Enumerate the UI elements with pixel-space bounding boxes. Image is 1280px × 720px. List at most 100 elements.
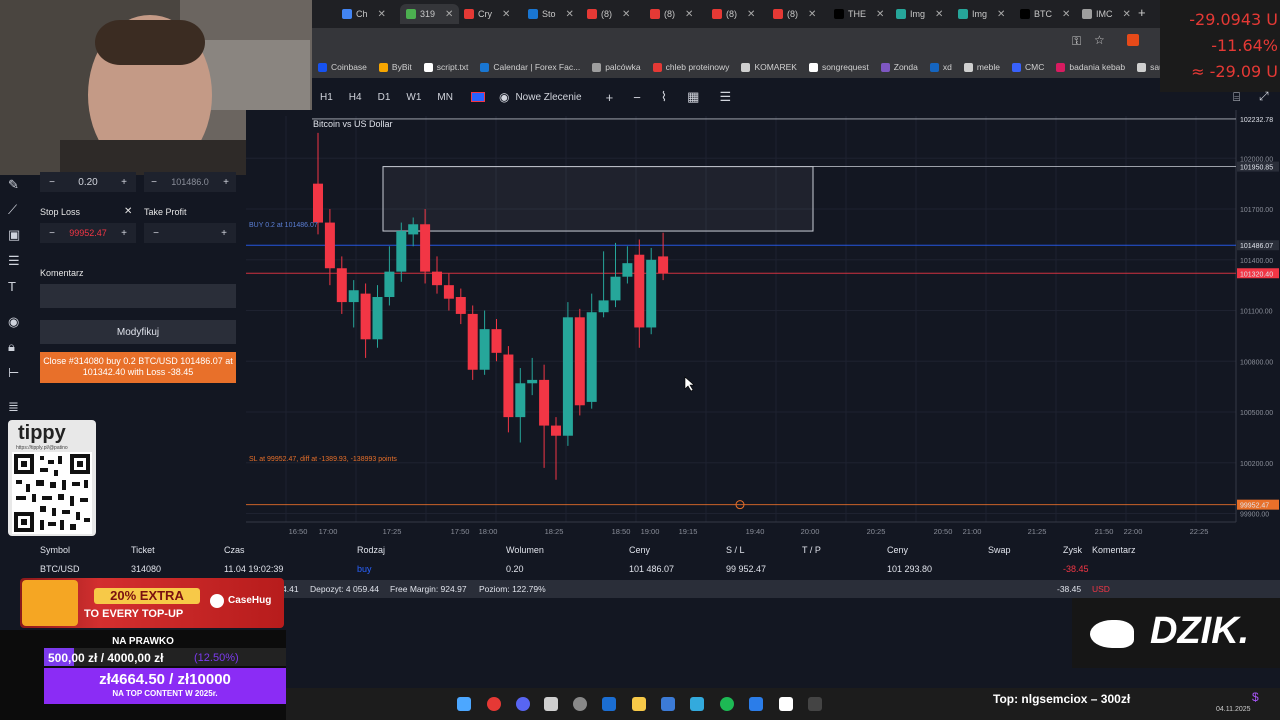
tab-close-icon[interactable]: ✕ bbox=[1062, 9, 1070, 20]
tab-close-icon[interactable]: ✕ bbox=[502, 9, 510, 20]
new-order-button[interactable]: Nowe Zlecenie bbox=[515, 92, 581, 103]
volume-decrease-button[interactable]: − bbox=[40, 177, 64, 188]
fib-icon[interactable]: ☰ bbox=[8, 253, 20, 269]
notepad-icon[interactable] bbox=[749, 697, 763, 711]
eye-icon[interactable]: ◉ bbox=[8, 314, 19, 330]
spotify-icon[interactable] bbox=[720, 697, 734, 711]
settings-icon[interactable] bbox=[573, 697, 587, 711]
trend-line-icon[interactable]: ⟋ bbox=[8, 202, 17, 218]
chart-canvas[interactable]: 102000.00101700.00101400.00101100.001008… bbox=[246, 110, 1280, 540]
browser-tab[interactable]: (8) ✕ bbox=[712, 4, 755, 24]
capture-icon[interactable] bbox=[779, 697, 793, 711]
browser-tab[interactable]: THE ✕ bbox=[834, 4, 884, 24]
steam-icon[interactable] bbox=[602, 697, 616, 711]
tab-close-icon[interactable]: ✕ bbox=[935, 9, 943, 20]
table-header-cell[interactable]: Zysk bbox=[1063, 545, 1082, 555]
calendar-icon[interactable]: ▦ bbox=[677, 89, 709, 105]
table-header-cell[interactable]: Wolumen bbox=[506, 545, 544, 555]
table-header-cell[interactable]: Czas bbox=[224, 545, 245, 555]
bookmark-item[interactable]: meble bbox=[958, 62, 1006, 72]
indicators-icon[interactable]: ⌇ bbox=[651, 89, 677, 105]
take-profit-stepper[interactable]: − + bbox=[144, 223, 236, 243]
browser-tab[interactable]: Img ✕ bbox=[958, 4, 1005, 24]
bookmark-item[interactable]: palcówka bbox=[586, 62, 646, 72]
browser-tab[interactable]: Cry ✕ bbox=[464, 4, 510, 24]
take-profit-increase-button[interactable]: + bbox=[212, 228, 236, 239]
browser-tab[interactable]: (8) ✕ bbox=[650, 4, 693, 24]
browser-tab[interactable]: Ch ✕ bbox=[342, 4, 386, 24]
obs-icon[interactable] bbox=[544, 697, 558, 711]
table-header-cell[interactable]: Ceny bbox=[629, 545, 650, 555]
close-order-button[interactable]: Close #314080 buy 0.2 BTC/USD 101486.07 … bbox=[40, 352, 236, 383]
tab-close-icon[interactable]: ✕ bbox=[685, 9, 693, 20]
key-icon[interactable]: ⚿ bbox=[1072, 34, 1081, 49]
bookmark-item[interactable]: ByBit bbox=[373, 62, 418, 72]
tab-close-icon[interactable]: ✕ bbox=[997, 9, 1005, 20]
table-header-cell[interactable]: Ticket bbox=[131, 545, 155, 555]
table-header-cell[interactable]: Ceny bbox=[887, 545, 908, 555]
stop-loss-stepper[interactable]: − 99952.47 + bbox=[40, 223, 136, 243]
bookmark-item[interactable]: CMC bbox=[1006, 62, 1050, 72]
tab-close-icon[interactable]: ✕ bbox=[622, 9, 630, 20]
tab-close-icon[interactable]: ✕ bbox=[566, 9, 574, 20]
timeframe-mn[interactable]: MN bbox=[429, 92, 461, 103]
star-icon[interactable]: ☆ bbox=[1094, 33, 1105, 47]
zoom-in-icon[interactable]: + bbox=[596, 90, 624, 105]
bookmark-item[interactable]: xd bbox=[924, 62, 958, 72]
bookmark-item[interactable]: Calendar | Forex Fac... bbox=[474, 62, 586, 72]
browser-tab[interactable]: IMC ✕ bbox=[1082, 4, 1131, 24]
terminal-icon[interactable] bbox=[808, 697, 822, 711]
screenshot-icon[interactable]: ⌸ bbox=[1233, 90, 1240, 105]
text-icon[interactable]: T bbox=[8, 279, 16, 294]
stop-loss-increase-button[interactable]: + bbox=[112, 228, 136, 239]
extension-icon[interactable] bbox=[1127, 34, 1139, 46]
list-icon[interactable]: ☰ bbox=[709, 89, 741, 105]
stop-loss-value[interactable]: 99952.47 bbox=[64, 228, 112, 238]
price-increase-button[interactable]: + bbox=[216, 177, 236, 188]
browser-tab[interactable]: BTC ✕ bbox=[1020, 4, 1070, 24]
rectangle-icon[interactable]: ▣ bbox=[8, 227, 20, 243]
tab-close-icon[interactable]: ✕ bbox=[445, 9, 453, 20]
fullscreen-icon[interactable]: ⤢ bbox=[1259, 89, 1269, 104]
tab-close-icon[interactable]: ✕ bbox=[808, 9, 816, 20]
price-decrease-button[interactable]: − bbox=[144, 177, 164, 188]
brush-icon[interactable]: ✎ bbox=[8, 177, 19, 193]
table-header-cell[interactable]: Swap bbox=[988, 545, 1011, 555]
chart-type-icon[interactable] bbox=[470, 92, 485, 102]
chrome-icon[interactable] bbox=[487, 697, 501, 711]
volume-stepper[interactable]: − 0.20 + bbox=[40, 172, 136, 192]
lock-icon[interactable]: 🔒︎ bbox=[8, 339, 15, 355]
bookmark-item[interactable]: badania kebab bbox=[1050, 62, 1131, 72]
comment-input[interactable] bbox=[40, 284, 236, 308]
price-stepper[interactable]: − 101486.0 + bbox=[144, 172, 236, 192]
zoom-out-icon[interactable]: − bbox=[623, 90, 651, 105]
table-header-cell[interactable]: Rodzaj bbox=[357, 545, 385, 555]
table-header-cell[interactable]: Komentarz bbox=[1092, 545, 1136, 555]
bookmark-item[interactable]: KOMAREK bbox=[735, 62, 803, 72]
take-profit-decrease-button[interactable]: − bbox=[144, 228, 168, 239]
volume-increase-button[interactable]: + bbox=[112, 177, 136, 188]
tree-icon[interactable]: ⊢ bbox=[8, 365, 19, 381]
tab-close-icon[interactable]: ✕ bbox=[876, 9, 884, 20]
stop-loss-decrease-button[interactable]: − bbox=[40, 228, 64, 239]
stop-loss-clear-icon[interactable]: ✕ bbox=[124, 206, 132, 217]
price-value[interactable]: 101486.0 bbox=[164, 177, 216, 187]
browser-tab[interactable]: (8) ✕ bbox=[587, 4, 630, 24]
table-header-cell[interactable]: S / L bbox=[726, 545, 745, 555]
app-icon[interactable] bbox=[661, 697, 675, 711]
tab-close-icon[interactable]: ✕ bbox=[378, 9, 386, 20]
browser-tab[interactable]: Img ✕ bbox=[896, 4, 943, 24]
modify-button[interactable]: Modyfikuj bbox=[40, 320, 236, 344]
start-icon[interactable] bbox=[457, 697, 471, 711]
bookmark-item[interactable]: Zonda bbox=[875, 62, 924, 72]
bookmark-item[interactable]: script.txt bbox=[418, 62, 475, 72]
timeframe-w1[interactable]: W1 bbox=[398, 92, 429, 103]
network-icon[interactable] bbox=[690, 697, 704, 711]
tab-close-icon[interactable]: ✕ bbox=[1123, 9, 1131, 20]
bookmark-item[interactable]: chleb proteinowy bbox=[647, 62, 736, 72]
table-header-cell[interactable]: T / P bbox=[802, 545, 821, 555]
table-header-cell[interactable]: Symbol bbox=[40, 545, 70, 555]
discord-icon[interactable] bbox=[516, 697, 530, 711]
price-chart[interactable]: 102000.00 101700.00 101400.00 101100.00 1008… bbox=[246, 110, 1280, 540]
bookmark-item[interactable]: Coinbase bbox=[312, 62, 373, 72]
